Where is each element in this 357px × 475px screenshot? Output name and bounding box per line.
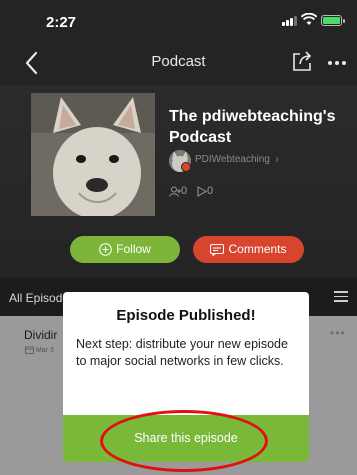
chevron-right-icon: › [272, 154, 279, 165]
episode-title: Dividir [24, 328, 58, 342]
plus-circle-icon [99, 243, 112, 257]
author-name: PDIWebteaching › [195, 154, 279, 165]
comments-label: Comments [228, 242, 287, 256]
status-bar: 2:27 [0, 0, 357, 40]
followers-stat: 0 [169, 185, 187, 197]
episode-more-icon[interactable]: ••• [330, 326, 346, 340]
followers-count: 0 [181, 185, 188, 197]
plays-stat: 0 [197, 185, 213, 197]
dialog-message: Next step: distribute your new episode t… [76, 337, 288, 368]
comments-button[interactable]: Comments [193, 236, 304, 263]
episode-date: Mar 3 [25, 346, 65, 354]
episode-published-dialog: Episode Published! Next step: distribute… [63, 292, 309, 462]
more-options-icon[interactable] [326, 52, 348, 72]
comment-icon [210, 243, 225, 256]
author-badge-icon [181, 162, 191, 172]
play-count-icon [197, 185, 208, 197]
podcast-header: The pdiwebteaching's Podcast PDIWebteach… [0, 86, 357, 278]
follow-label: Follow [116, 242, 151, 256]
share-episode-button[interactable]: Share this episode [63, 415, 309, 462]
status-time: 2:27 [46, 14, 77, 31]
follow-button[interactable]: Follow [70, 236, 180, 263]
list-menu-icon[interactable] [334, 290, 348, 302]
plays-count: 0 [207, 185, 214, 197]
podcast-cover-image [31, 93, 155, 216]
calendar-icon [25, 346, 34, 354]
wifi-icon [301, 13, 317, 25]
share-icon[interactable] [291, 50, 313, 72]
signal-icon [282, 16, 298, 26]
battery-icon [321, 15, 345, 26]
followers-icon [169, 186, 181, 197]
podcast-title: The pdiwebteaching's Podcast [169, 108, 336, 146]
navigation-bar: Podcast [0, 40, 357, 86]
dialog-title: Episode Published! [116, 307, 256, 324]
